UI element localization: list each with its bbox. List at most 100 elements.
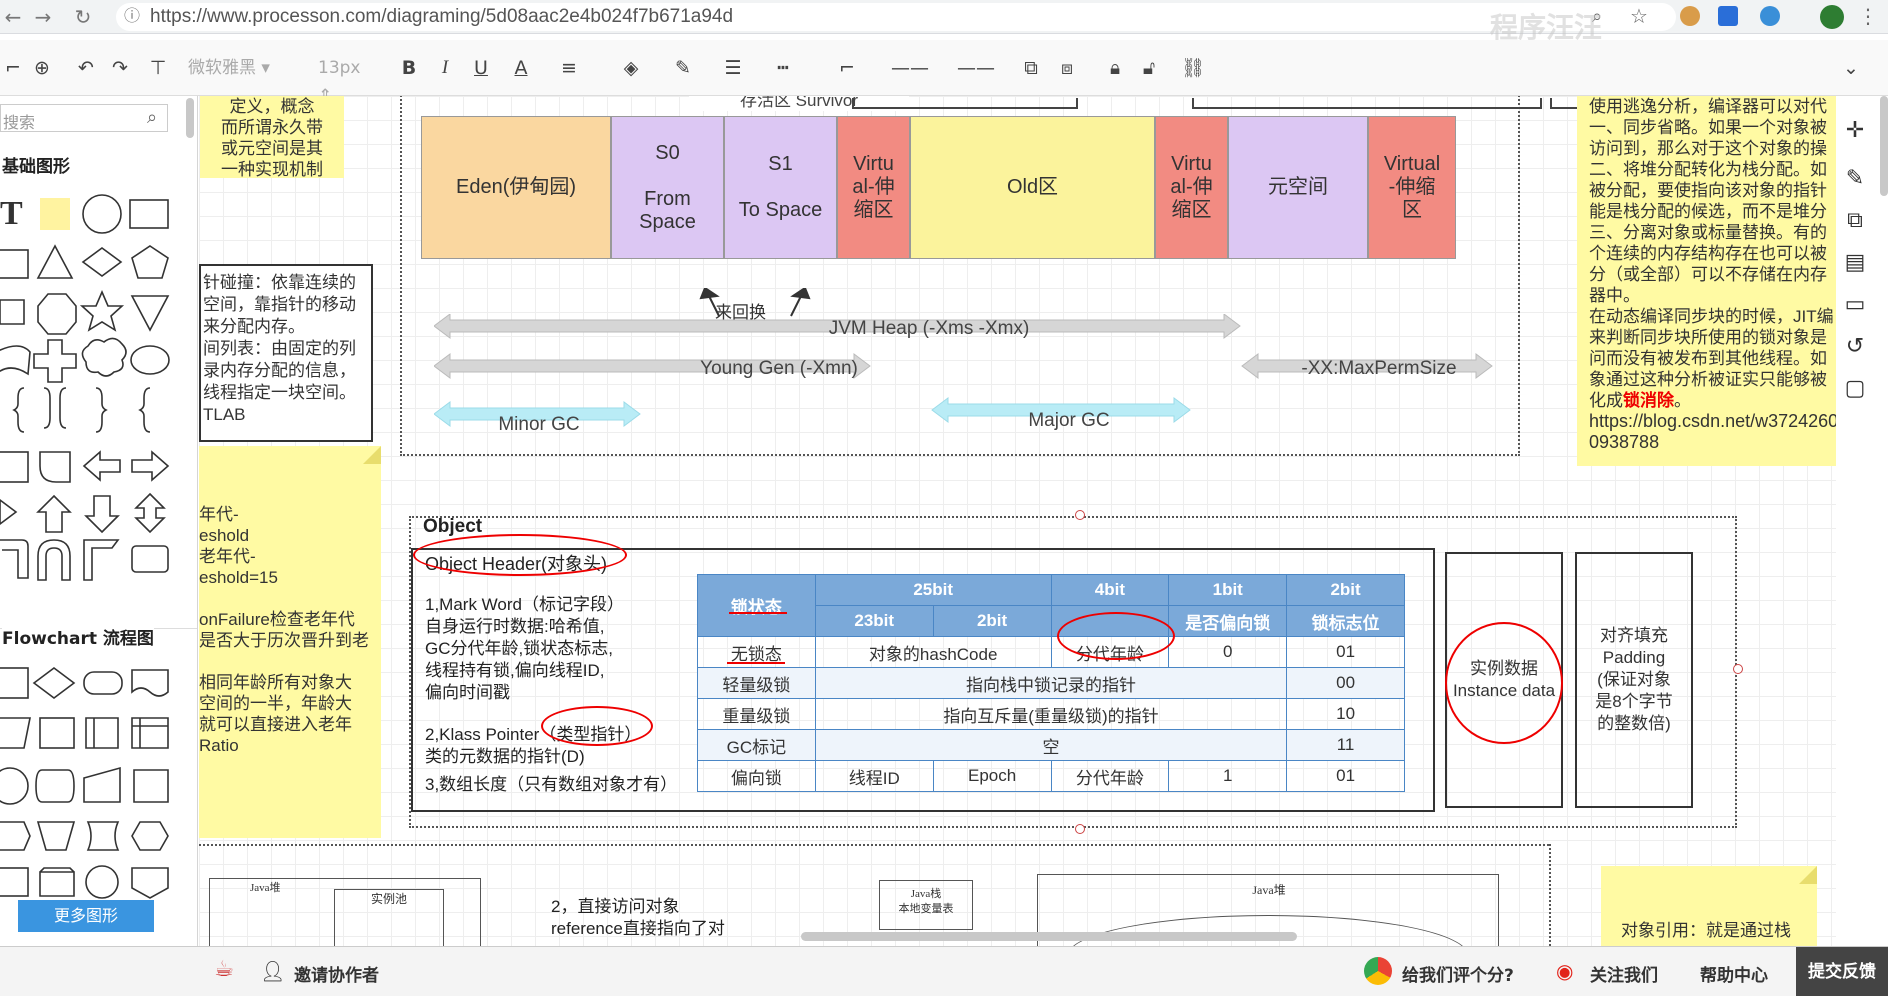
more-shapes-button[interactable]: 更多图形 [18,900,154,932]
font-color-button[interactable]: A [506,54,536,82]
generation-brackets [852,98,1679,109]
table-cell: GC标记 [697,729,816,761]
link-icon[interactable]: ⛓︎ [1178,54,1208,82]
data-icon[interactable]: ⧉ [1840,206,1870,236]
send-back-icon[interactable]: ⧈ [1054,54,1080,82]
rate-us-button[interactable]: 给我们评个分? [1402,961,1514,986]
table-header: 是否偏向锁 [1168,605,1288,637]
status-bar: ☕︎ 👤︎ 邀请协作者 给我们评个分? ◉ 关注我们 帮助中心 提交反馈 [0,946,1888,996]
cookie-extension-icon[interactable] [1680,6,1700,26]
address-bar[interactable]: ⓘ https://www.processon.com/diagraming/5… [116,3,1676,31]
star-icon[interactable]: ☆ [1630,4,1648,28]
note-fold [1799,866,1817,884]
underline-button[interactable]: U [470,54,492,82]
mark-word-text: 1,Mark Word（标记字段） 自身运行时数据:哈希值, GC分代年龄,锁状… [425,595,624,702]
annotation-underline [727,662,785,664]
table-header: 23bit [814,605,934,637]
padding-box[interactable]: 对齐填充 Padding (保证对象 是8个字节 的整数倍) [1575,552,1693,808]
java-heap-box[interactable]: Java堆 实例池 [209,878,481,946]
bold-button[interactable]: B [398,54,420,82]
line-start-select[interactable]: —— [880,54,940,82]
table-cell: 重量级锁 [697,698,816,730]
redo-icon[interactable]: ↷ [108,54,132,82]
line-width-icon[interactable]: ☰ [718,54,748,82]
italic-button[interactable]: I [434,54,456,82]
table-cell: 偏向锁 [697,760,816,792]
mail-extension-icon[interactable] [1718,6,1738,26]
document-icon[interactable]: ▭ [1840,290,1870,320]
line-style-icon[interactable]: ┅ [768,54,798,82]
sticky-note-definition[interactable]: 定义，概念 而所谓永久带 或元空间是其 一种实现机制 [200,96,344,178]
annotation-circle [1445,622,1563,744]
search-icon[interactable]: ⌕ [147,107,157,128]
line-end-select[interactable]: —— [946,54,1006,82]
heap-generation-box[interactable]: Eden(伊甸园) [421,116,611,259]
forward-icon[interactable]: → [30,4,56,30]
flowchart-shapes-grid[interactable] [0,662,180,912]
shape-search-input[interactable]: 搜索 ⌕ [0,104,168,132]
table-cell: Epoch [932,760,1052,792]
feedback-button[interactable]: 提交反馈 [1796,947,1888,996]
format-icon[interactable]: ✎ [1840,164,1870,194]
annotation-circle [413,534,627,576]
follow-us-button[interactable]: 关注我们 [1590,961,1658,986]
scrollbar[interactable] [186,98,194,138]
table-header: 锁标志位 [1286,605,1405,637]
access-diagram-edge [1549,844,1551,946]
java-stack-box[interactable]: Java栈 本地变量表 [879,880,973,930]
line-color-icon[interactable]: ✎ [668,54,698,82]
bring-front-icon[interactable]: ⧉ [1018,54,1044,82]
connector-icon[interactable]: ⌐ [832,54,862,82]
navigator-icon[interactable]: ✛ [1840,116,1870,146]
heap-generation-box[interactable]: Virtual -伸缩 区 [1368,116,1456,259]
collapse-icon[interactable]: ⌄ [1838,54,1864,82]
profile-avatar[interactable] [1820,5,1844,29]
font-size-select[interactable]: 13px ⇕ [318,54,378,106]
extension-icon[interactable] [1760,6,1780,26]
align-icon[interactable]: ≡ [554,54,584,82]
resize-handle[interactable] [1075,824,1085,834]
table-cell: 线程ID [814,760,934,792]
vertical-scrollbar[interactable] [1880,96,1888,196]
paint-format-icon[interactable]: ⊤ [146,54,170,82]
fill-color-icon[interactable]: ◈ [616,54,646,82]
heap-generation-box[interactable]: Old区 [910,116,1155,259]
resize-handle[interactable] [1075,510,1085,520]
basic-shapes-title[interactable]: 基础图形 [2,152,70,177]
heap-generation-box[interactable]: S0 From Space [611,116,724,259]
heap-generation-box[interactable]: 元空间 [1228,116,1368,259]
heap-generation-box[interactable]: S1 To Space [724,116,837,259]
history-icon[interactable]: ↺ [1840,332,1870,362]
flowchart-title[interactable]: Flowchart 流程图 [2,624,154,649]
font-family-select[interactable]: 微软雅黑 ▾ [188,54,298,82]
memory-allocation-note[interactable]: 针碰撞：依靠连续的 空间，靠指针的移动 来分配内存。 间列表：由固定的列 录内存… [199,264,373,442]
lock-icon[interactable]: 🔒︎ [1102,54,1128,82]
back-icon[interactable]: ← [0,4,26,30]
format-painter-icon[interactable]: ⌐ [4,54,22,82]
undo-icon[interactable]: ↶ [74,54,98,82]
invite-collaborator-button[interactable]: 邀请协作者 [294,961,379,986]
table-cell: 01 [1286,636,1405,668]
sticky-note-escape-analysis[interactable]: 使用逃逸分析，编译器可以对代 一、同步省略。如果一个对象被 访问到，那么对于这个… [1577,96,1855,466]
table-cell: 10 [1286,698,1405,730]
search-shape-icon[interactable]: ⊕ [28,54,56,82]
horizontal-scrollbar[interactable] [801,932,1297,941]
heap-generation-box[interactable]: Virtu al-伸 缩区 [1155,116,1228,259]
reload-icon[interactable]: ↻ [70,4,96,30]
sticky-note-reference[interactable]: 对象引用：就是通过栈 [1601,866,1817,946]
unlock-icon[interactable]: 🔓︎ [1136,54,1162,82]
sticky-note-tenuring[interactable]: 年代- eshold 老年代- eshold=15 onFailure检查老年代… [199,446,381,838]
add-user-icon[interactable]: 👤︎ [260,959,285,983]
table-header: 2bit [932,605,1052,637]
heap-generations-row: Eden(伊甸园) S0 From Space S1 To Space Virtu a… [421,116,1669,288]
page-icon[interactable]: ▤ [1840,248,1870,278]
resize-handle[interactable] [1733,664,1743,674]
menu-icon[interactable]: ⋮ [1858,4,1878,28]
editor-toolbar: ⌐ ⊕ ↶ ↷ ⊤ 微软雅黑 ▾ 13px ⇕ B I U A ≡ ◈ ✎ ☰ … [0,40,1888,106]
mark-word-table[interactable]: 锁状态 25bit 4bit 1bit 2bit 23bit 2bit 是否偏向… [697,574,1405,792]
diagram-canvas[interactable]: 定义，概念 而所谓永久带 或元空间是其 一种实现机制 针碰撞：依靠连续的 空间，… [199,96,1888,946]
comment-icon[interactable]: ▢ [1840,374,1870,404]
heap-generation-box[interactable]: Virtu al-伸 缩区 [837,116,910,259]
help-center-button[interactable]: 帮助中心 [1700,961,1768,986]
table-row: 无锁态 对象的hashCode 分代年龄 0 01 [697,636,1405,668]
